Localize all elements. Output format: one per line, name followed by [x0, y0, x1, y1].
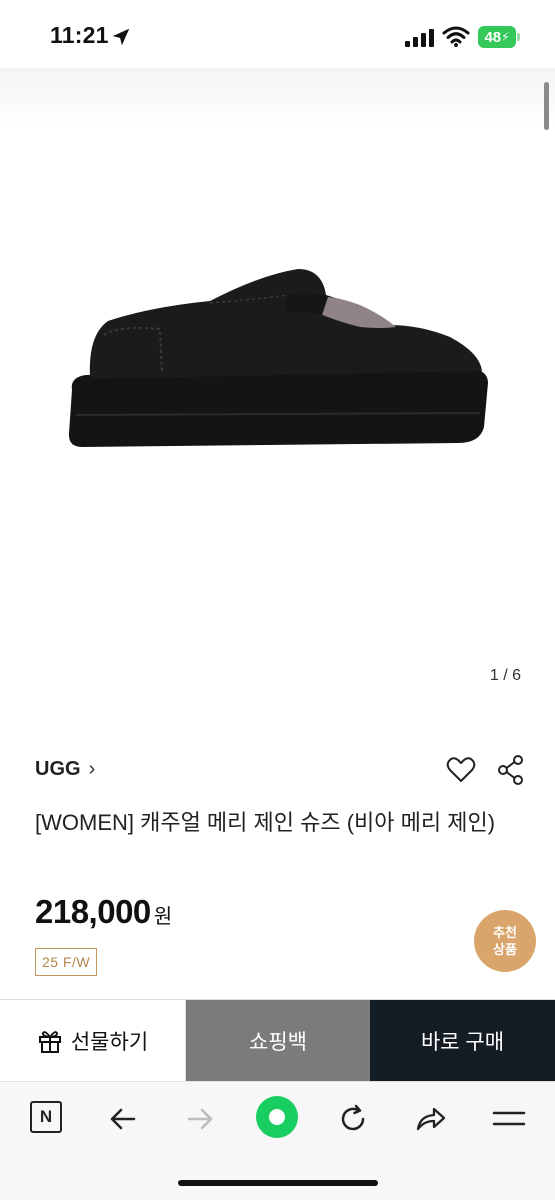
- green-dot-center: [269, 1109, 285, 1125]
- wifi-icon: [442, 26, 470, 47]
- gift-label: 선물하기: [70, 1030, 149, 1054]
- recommended-products-button[interactable]: 추천 상품: [474, 910, 536, 972]
- back-arrow-icon[interactable]: [106, 1102, 140, 1136]
- signal-icon: [405, 29, 434, 47]
- price-unit: 원: [153, 906, 173, 928]
- season-badge: 25 F/W: [35, 948, 98, 976]
- price-value: 218,000: [35, 893, 151, 930]
- status-time: 11:21: [50, 22, 109, 48]
- chevron-right-icon: ›: [88, 758, 96, 780]
- share-arrow-icon[interactable]: [414, 1102, 448, 1136]
- brand-name: UGG: [35, 758, 81, 780]
- status-bar: 11:21 48 ⚡: [0, 0, 555, 70]
- battery-indicator: 48 ⚡: [478, 26, 516, 48]
- heart-icon[interactable]: [446, 757, 476, 783]
- scrollbar-thumb[interactable]: [544, 82, 549, 130]
- forward-arrow-icon[interactable]: [183, 1102, 217, 1136]
- purchase-bar: 선물하기 쇼핑백 바로 구매: [0, 999, 555, 1081]
- battery-tip: [517, 33, 520, 41]
- reload-icon[interactable]: [336, 1102, 370, 1136]
- share-icon[interactable]: [497, 755, 525, 785]
- shopping-bag-button[interactable]: 쇼핑백: [186, 1000, 370, 1081]
- product-image-shoe[interactable]: [60, 255, 500, 455]
- recommend-line2: 상품: [493, 942, 517, 957]
- naver-home-button[interactable]: N: [30, 1101, 62, 1133]
- menu-icon[interactable]: [492, 1102, 526, 1136]
- buy-now-button[interactable]: 바로 구매: [370, 1000, 555, 1081]
- recommend-line1: 추천: [493, 925, 517, 940]
- location-arrow-icon: [112, 28, 130, 46]
- gift-icon: [38, 1030, 61, 1053]
- brand-link[interactable]: UGG ›: [35, 758, 95, 781]
- green-dot-button[interactable]: [256, 1096, 298, 1138]
- product-price: 218,000 원: [35, 893, 172, 931]
- gift-button[interactable]: 선물하기: [0, 1000, 186, 1081]
- home-indicator[interactable]: [178, 1180, 378, 1186]
- image-counter: 1 / 6: [489, 667, 521, 684]
- battery-level: 48: [484, 28, 502, 46]
- product-title: [WOMEN] 캐주얼 메리 제인 슈즈 (비아 메리 제인): [35, 810, 496, 835]
